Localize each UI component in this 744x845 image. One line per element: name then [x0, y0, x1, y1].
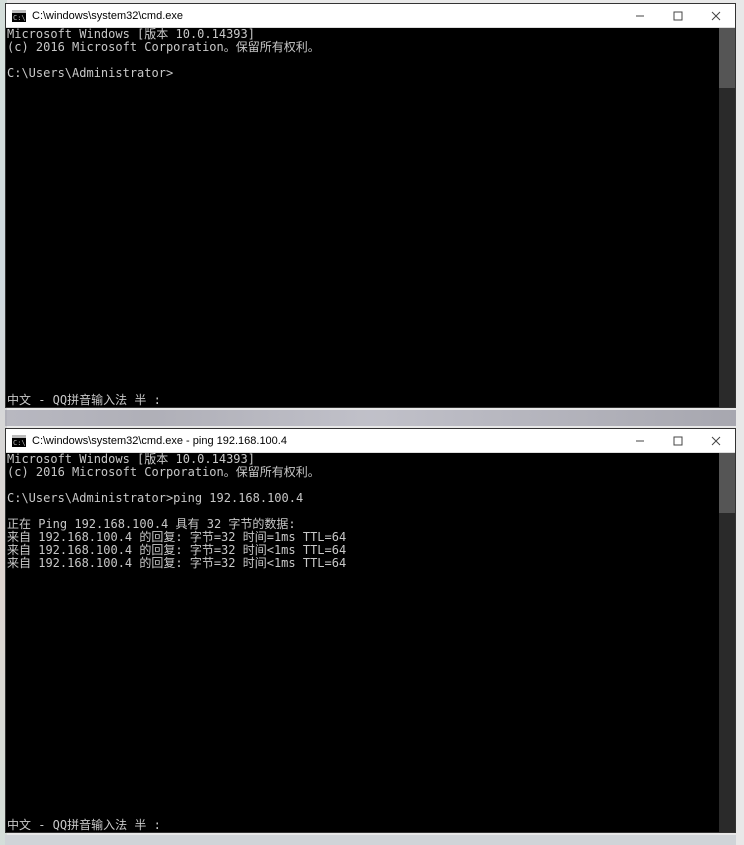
svg-text:C:\: C:\ [13, 439, 26, 447]
window-buttons [621, 429, 735, 452]
terminal-area[interactable]: Microsoft Windows [版本 10.0.14393] (c) 20… [6, 28, 735, 407]
background-strip-bottom [5, 835, 736, 845]
terminal-output: Microsoft Windows [版本 10.0.14393] (c) 20… [7, 453, 346, 570]
scrollbar[interactable] [719, 453, 735, 832]
cmd-icon: C:\ [10, 7, 28, 25]
ime-status: 中文 - QQ拼音输入法 半 : [7, 819, 161, 832]
window-buttons [621, 4, 735, 27]
minimize-button[interactable] [621, 4, 659, 27]
ime-status: 中文 - QQ拼音输入法 半 : [7, 394, 161, 407]
scrollbar[interactable] [719, 28, 735, 407]
terminal-area[interactable]: Microsoft Windows [版本 10.0.14393] (c) 20… [6, 453, 735, 832]
close-button[interactable] [697, 429, 735, 452]
maximize-button[interactable] [659, 4, 697, 27]
cmd-window-2: C:\ C:\windows\system32\cmd.exe - ping 1… [5, 428, 736, 833]
terminal-output: Microsoft Windows [版本 10.0.14393] (c) 20… [7, 28, 320, 80]
maximize-button[interactable] [659, 429, 697, 452]
close-button[interactable] [697, 4, 735, 27]
minimize-button[interactable] [621, 429, 659, 452]
svg-text:C:\: C:\ [13, 14, 26, 22]
cmd-icon: C:\ [10, 432, 28, 450]
scroll-thumb[interactable] [719, 453, 735, 513]
window-title: C:\windows\system32\cmd.exe [32, 10, 621, 22]
window-title: C:\windows\system32\cmd.exe - ping 192.1… [32, 435, 621, 447]
scroll-thumb[interactable] [719, 28, 735, 88]
titlebar[interactable]: C:\ C:\windows\system32\cmd.exe - ping 1… [6, 429, 735, 453]
titlebar[interactable]: C:\ C:\windows\system32\cmd.exe [6, 4, 735, 28]
background-strip [5, 410, 736, 426]
cmd-window-1: C:\ C:\windows\system32\cmd.exe Microsof… [5, 3, 736, 408]
